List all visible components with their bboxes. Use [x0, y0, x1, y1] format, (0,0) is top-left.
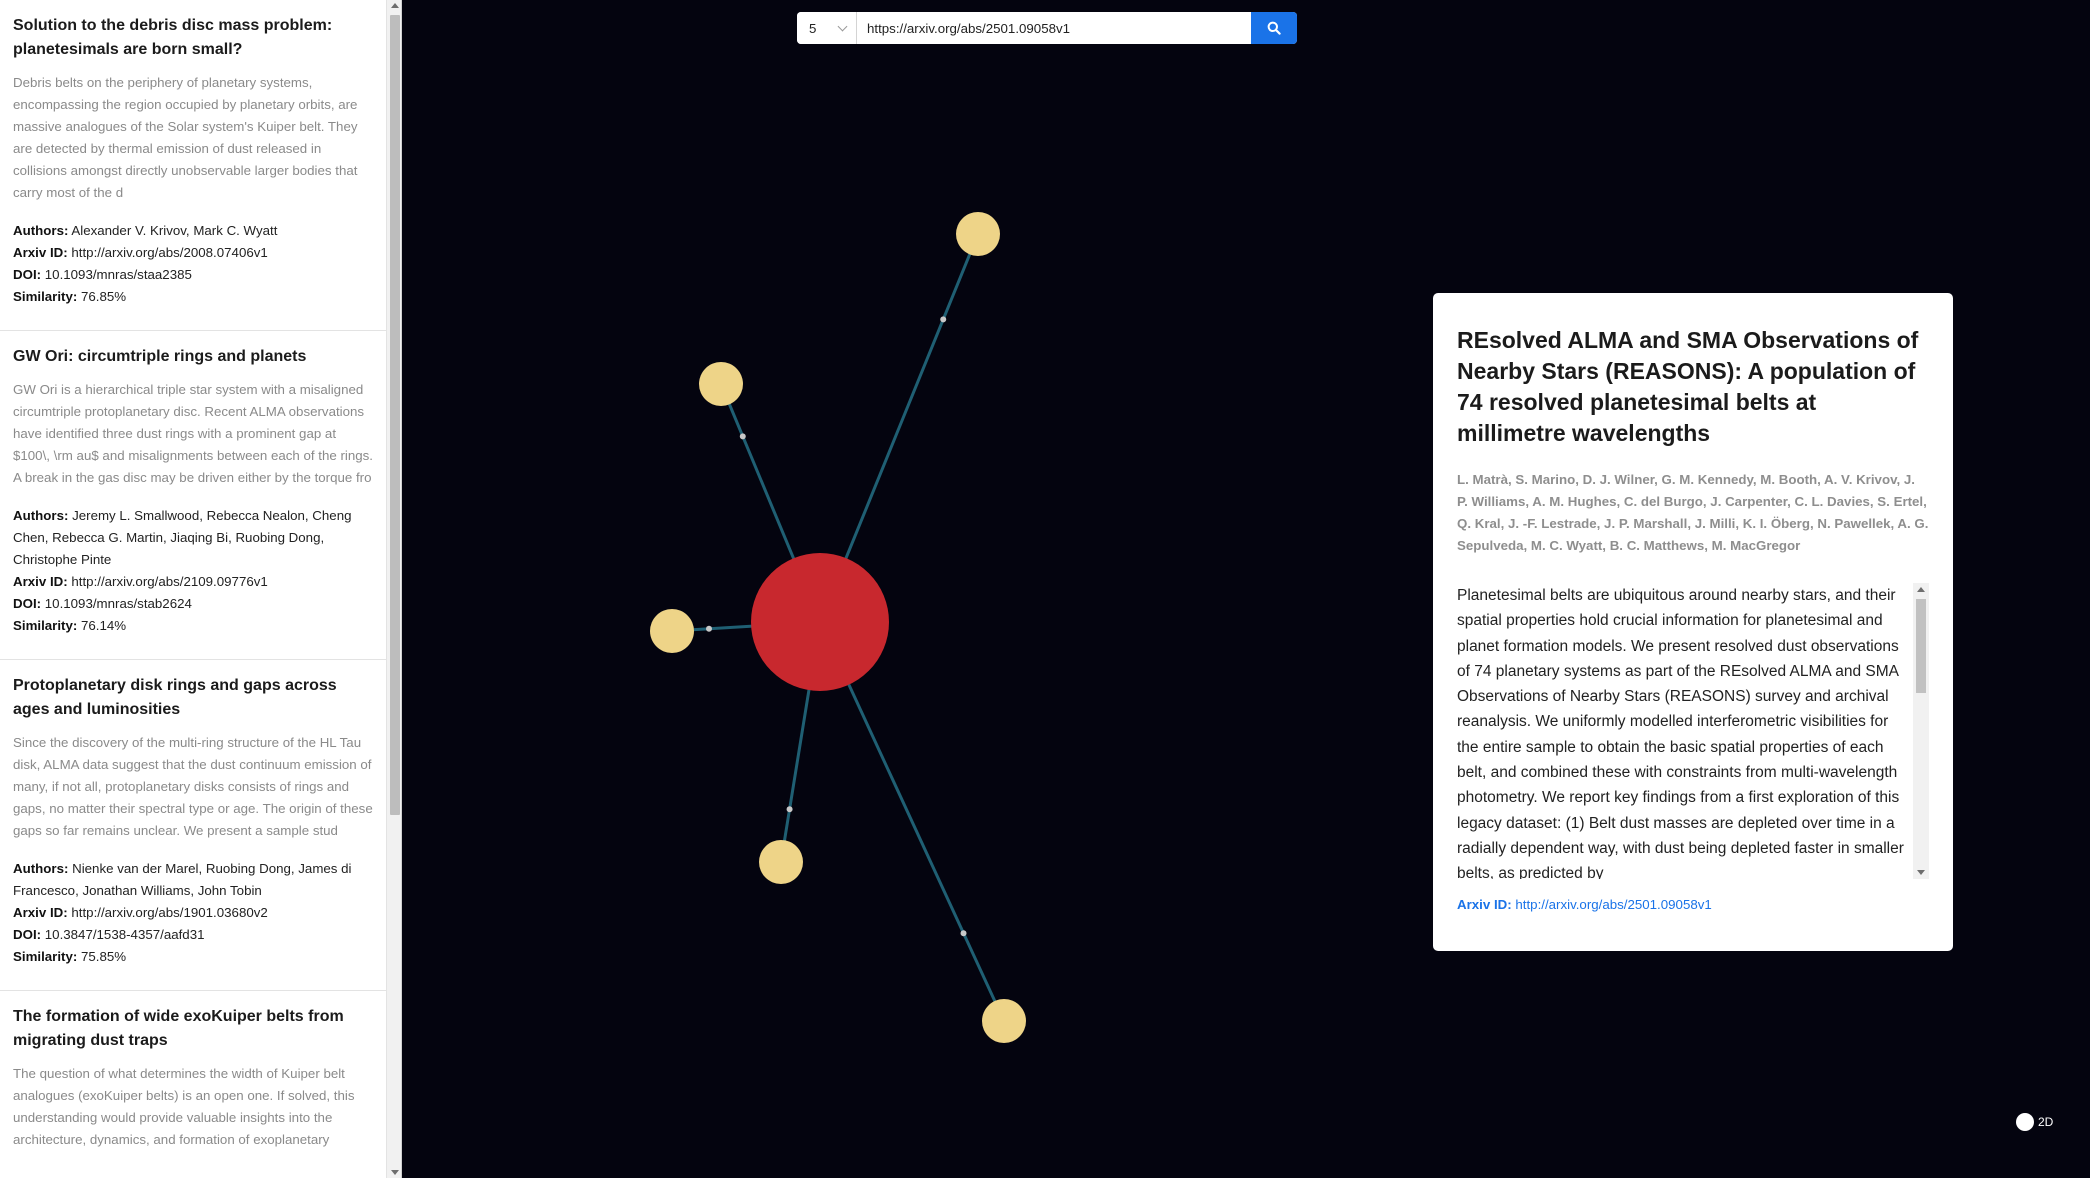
link-particle [706, 625, 712, 632]
paper-abstract-box[interactable]: Planetesimal belts are ubiquitous around… [1457, 583, 1929, 879]
paper-authors: L. Matrà, S. Marino, D. J. Wilner, G. M.… [1457, 472, 1929, 553]
search-icon [1267, 21, 1281, 35]
scrollbar-thumb[interactable] [390, 15, 400, 815]
result-title[interactable]: GW Ori: circumtriple rings and planets [13, 345, 373, 369]
url-input[interactable] [857, 12, 1251, 44]
result-card[interactable]: Solution to the debris disc mass problem… [0, 0, 386, 331]
search-button[interactable] [1251, 12, 1297, 44]
result-authors: Authors: Nienke van der Marel, Ruobing D… [13, 861, 352, 898]
result-doi: DOI: 10.1093/mnras/stab2624 [13, 596, 192, 611]
scrollbar-thumb[interactable] [1916, 599, 1926, 693]
result-similarity: Similarity: 76.14% [13, 618, 127, 633]
result-arxiv-id: Arxiv ID: http://arxiv.org/abs/2109.0977… [13, 574, 268, 589]
scroll-down-arrow-icon[interactable] [391, 1170, 399, 1175]
dimension-toggle[interactable]: 2D [2016, 1113, 2053, 1131]
arxiv-link[interactable]: http://arxiv.org/abs/2501.09058v1 [1515, 897, 1711, 912]
result-card[interactable]: The formation of wide exoKuiper belts fr… [0, 991, 386, 1178]
result-authors: Authors: Jeremy L. Smallwood, Rebecca Ne… [13, 508, 352, 567]
result-card[interactable]: Protoplanetary disk rings and gaps acros… [0, 660, 386, 991]
sidebar-scrollbar[interactable] [386, 0, 401, 1178]
similar-paper-node[interactable] [699, 362, 743, 406]
result-abstract: GW Ori is a hierarchical triple star sys… [13, 382, 373, 485]
results-list: Solution to the debris disc mass problem… [0, 0, 386, 1178]
result-abstract: The question of what determines the widt… [13, 1066, 355, 1147]
query-paper-node[interactable] [751, 553, 889, 691]
result-authors: Authors: Alexander V. Krivov, Mark C. Wy… [13, 223, 278, 238]
scroll-up-arrow-icon[interactable] [1917, 587, 1925, 592]
result-arxiv-id: Arxiv ID: http://arxiv.org/abs/1901.0368… [13, 905, 268, 920]
scroll-up-arrow-icon[interactable] [391, 3, 399, 8]
result-doi: DOI: 10.1093/mnras/staa2385 [13, 267, 192, 282]
results-sidebar: Solution to the debris disc mass problem… [0, 0, 402, 1178]
chevron-down-icon [837, 21, 848, 31]
similar-paper-node[interactable] [650, 609, 694, 653]
result-doi: DOI: 10.3847/1538-4357/aafd31 [13, 927, 205, 942]
arxiv-label: Arxiv ID: [1457, 897, 1512, 912]
paper-arxiv-id: Arxiv ID: http://arxiv.org/abs/2501.0905… [1457, 895, 1929, 915]
result-count-value: 5 [809, 20, 817, 36]
result-similarity: Similarity: 75.85% [13, 949, 127, 964]
scroll-down-arrow-icon[interactable] [1917, 870, 1925, 875]
toggle-label: 2D [2038, 1115, 2054, 1129]
result-similarity: Similarity: 76.85% [13, 289, 127, 304]
result-card[interactable]: GW Ori: circumtriple rings and planets G… [0, 331, 386, 660]
result-count-select[interactable]: 5 [797, 12, 857, 44]
paper-detail-card: REsolved ALMA and SMA Observations of Ne… [1433, 293, 1953, 951]
similar-paper-node[interactable] [982, 999, 1026, 1043]
result-abstract: Debris belts on the periphery of planeta… [13, 75, 358, 200]
link-particle [786, 806, 793, 813]
similar-paper-node[interactable] [759, 840, 803, 884]
link-particle [739, 433, 746, 440]
similar-paper-node[interactable] [956, 212, 1000, 256]
link-particle [960, 930, 967, 937]
paper-title: REsolved ALMA and SMA Observations of Ne… [1457, 327, 1919, 446]
result-title[interactable]: Protoplanetary disk rings and gaps acros… [13, 674, 373, 722]
toggle-knob[interactable] [2016, 1113, 2034, 1131]
abstract-scrollbar[interactable] [1913, 583, 1929, 879]
search-bar: 5 [797, 12, 1297, 44]
result-abstract: Since the discovery of the multi-ring st… [13, 735, 373, 838]
result-title[interactable]: The formation of wide exoKuiper belts fr… [13, 1005, 373, 1053]
link-particle [940, 316, 947, 323]
result-title[interactable]: Solution to the debris disc mass problem… [13, 14, 373, 62]
paper-abstract: Planetesimal belts are ubiquitous around… [1457, 587, 1904, 879]
result-arxiv-id: Arxiv ID: http://arxiv.org/abs/2008.0740… [13, 245, 268, 260]
